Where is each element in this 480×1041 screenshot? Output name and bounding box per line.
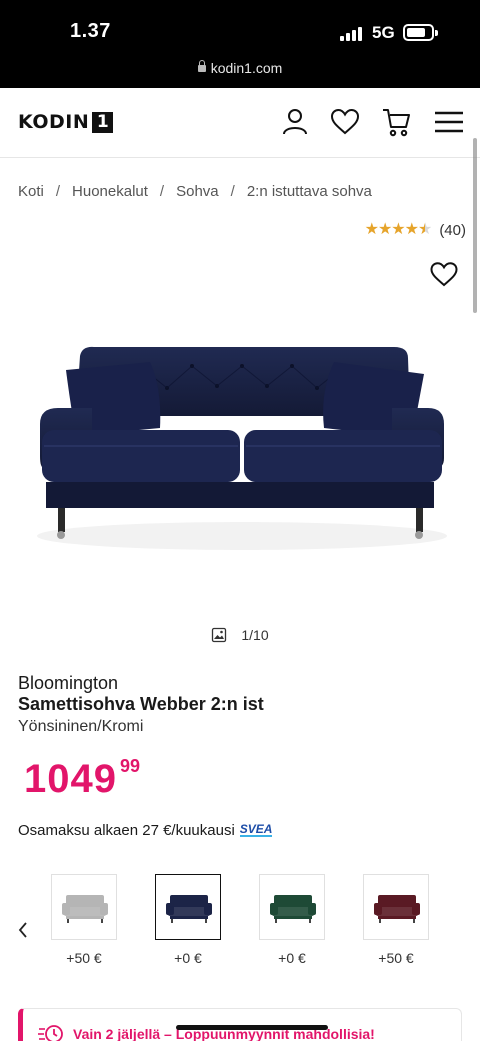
breadcrumb-separator: / — [230, 183, 235, 200]
site-header: KODIN 1 — [0, 88, 480, 158]
account-icon[interactable] — [279, 106, 311, 138]
sofa-thumbnail — [62, 895, 108, 923]
logo-text: KODIN — [18, 111, 90, 133]
status-time: 1.37 — [70, 20, 111, 42]
variant-swatch-light-grey[interactable] — [51, 874, 117, 940]
product-title: Samettisohva Webber 2:n ist — [18, 694, 264, 714]
sofa-thumbnail — [270, 895, 316, 923]
price-cents: 99 — [119, 756, 141, 776]
product-variant: Yönsininen/Kromi — [18, 718, 144, 735]
scroll-indicator[interactable] — [473, 138, 477, 313]
product-brand[interactable]: Bloomington — [18, 673, 118, 694]
variant-price-diff: +50 € — [378, 950, 414, 966]
rating-count: (40) — [439, 221, 466, 239]
installment-info[interactable]: Osamaksu alkaen 27 €/kuukausi SVEA — [18, 822, 273, 839]
image-counter-text: 1/10 — [241, 627, 269, 643]
breadcrumb-separator: / — [55, 183, 61, 200]
logo-box: 1 — [92, 111, 114, 133]
network-label: 5G — [372, 23, 395, 42]
sofa-thumbnail — [166, 895, 212, 923]
variant-price-diff: +0 € — [278, 950, 306, 966]
star-icon: ★ — [404, 221, 419, 238]
breadcrumb-item-sohva[interactable]: Sohva — [176, 183, 219, 200]
variant-price-diff: +0 € — [174, 950, 202, 966]
status-bar: 1.37 5G kodin1.com — [0, 0, 480, 88]
image-counter[interactable]: 1/10 — [0, 627, 480, 643]
signal-icon — [340, 25, 364, 41]
address-bar[interactable]: kodin1.com — [0, 60, 480, 76]
home-indicator[interactable] — [176, 1025, 328, 1030]
variant-swatch-burgundy[interactable] — [363, 874, 429, 940]
gallery-icon — [212, 627, 227, 643]
wishlist-heart-icon[interactable] — [429, 260, 459, 288]
battery-icon — [403, 24, 438, 41]
sofa-thumbnail — [374, 895, 420, 923]
cart-icon[interactable] — [381, 106, 413, 138]
half-star-icon: ★ — [417, 221, 432, 238]
product-price: 1049 99 — [24, 756, 140, 802]
variant-swatch-green[interactable] — [259, 874, 325, 940]
breadcrumb-separator: / — [159, 183, 165, 200]
lock-icon — [197, 60, 206, 72]
installment-text: Osamaksu alkaen 27 €/kuukausi — [18, 822, 235, 839]
clock-icon — [38, 1025, 63, 1041]
variant-swatch-navy[interactable] — [155, 874, 221, 940]
chevron-left-icon[interactable] — [16, 920, 30, 940]
breadcrumb-item-koti[interactable]: Koti — [18, 183, 44, 200]
variant-price-diff: +50 € — [66, 950, 102, 966]
breadcrumb: Koti / Huonekalut / Sohva / 2:n istuttava sohv… — [18, 183, 372, 200]
breadcrumb-item-huonekalut[interactable]: Huonekalut — [72, 183, 148, 200]
price-main: 1049 — [24, 757, 117, 801]
star-icon: ★ — [377, 221, 392, 238]
star-icon: ★ — [364, 221, 379, 238]
product-image-sofa[interactable] — [32, 296, 452, 586]
url-text: kodin1.com — [210, 60, 283, 76]
product-rating[interactable]: ★ ★ ★ ★ ★ (40) — [365, 221, 466, 239]
svea-logo: SVEA — [239, 822, 273, 837]
site-logo[interactable]: KODIN 1 — [18, 111, 114, 133]
heart-icon[interactable] — [329, 106, 361, 138]
star-icon: ★ — [391, 221, 405, 238]
rating-stars: ★ ★ ★ ★ ★ — [364, 221, 433, 239]
breadcrumb-item-current[interactable]: 2:n istuttava sohva — [247, 183, 372, 200]
menu-icon[interactable] — [433, 106, 465, 138]
